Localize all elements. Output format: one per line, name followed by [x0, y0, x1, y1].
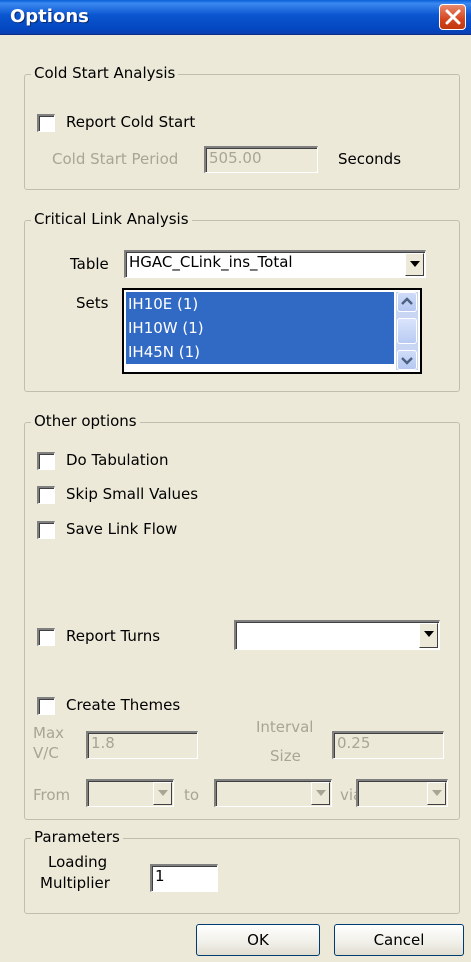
report-turns-select[interactable] — [234, 620, 440, 650]
loading-multiplier-label-line2: Multiplier — [40, 874, 110, 892]
chevron-down-icon[interactable] — [405, 253, 424, 276]
from-label: From — [33, 786, 71, 804]
title-bar[interactable]: Options — [0, 0, 471, 35]
interval-size-label-line2: Size — [270, 747, 301, 765]
report-cold-start-label: Report Cold Start — [66, 113, 196, 131]
report-cold-start-checkbox[interactable] — [37, 114, 55, 132]
via-select[interactable] — [356, 779, 448, 807]
interval-size-label-line1: Interval — [256, 718, 314, 736]
list-item[interactable]: IH10W (1) — [126, 316, 394, 340]
to-select[interactable] — [214, 779, 332, 807]
table-select-value: HGAC_CLink_ins_Total — [129, 253, 293, 271]
cold-start-period-unit: Seconds — [338, 150, 402, 168]
close-button[interactable] — [439, 4, 466, 30]
interval-size-input[interactable]: 0.25 — [332, 731, 444, 759]
max-vc-label-line1: Max — [33, 724, 65, 742]
scroll-up-button[interactable] — [397, 292, 417, 312]
scroll-thumb[interactable] — [397, 318, 417, 344]
save-link-flow-label: Save Link Flow — [66, 520, 178, 538]
loading-multiplier-label-line1: Loading — [48, 853, 108, 871]
to-label: to — [184, 786, 200, 804]
cancel-button[interactable]: Cancel — [334, 924, 464, 956]
from-select[interactable] — [86, 779, 174, 807]
sets-listbox[interactable]: IH10E (1) IH10W (1) IH45N (1) — [122, 288, 422, 374]
do-tabulation-checkbox[interactable] — [37, 452, 55, 470]
other-options-group-label: Other options — [31, 412, 140, 430]
max-vc-label-line2: V/C — [33, 744, 59, 762]
skip-small-values-label: Skip Small Values — [66, 485, 199, 503]
ok-button[interactable]: OK — [196, 924, 320, 956]
chevron-down-icon[interactable] — [427, 782, 446, 805]
create-themes-checkbox[interactable] — [37, 697, 55, 715]
cold-start-period-label: Cold Start Period — [52, 150, 179, 168]
create-themes-label: Create Themes — [66, 696, 181, 714]
critical-link-group-label: Critical Link Analysis — [31, 210, 192, 228]
cold-start-group-label: Cold Start Analysis — [31, 64, 179, 82]
do-tabulation-label: Do Tabulation — [66, 451, 169, 469]
list-item[interactable]: IH45N (1) — [126, 340, 394, 364]
chevron-up-icon — [401, 297, 413, 305]
sets-label: Sets — [76, 294, 109, 312]
scroll-down-button[interactable] — [397, 350, 417, 370]
table-select[interactable]: HGAC_CLink_ins_Total — [124, 250, 426, 278]
close-icon — [445, 9, 461, 25]
report-turns-label: Report Turns — [66, 627, 161, 645]
window-title: Options — [10, 6, 89, 27]
parameters-group-label: Parameters — [31, 828, 123, 846]
skip-small-values-checkbox[interactable] — [37, 486, 55, 504]
loading-multiplier-input[interactable]: 1 — [150, 864, 218, 892]
save-link-flow-checkbox[interactable] — [37, 521, 55, 539]
list-item[interactable]: IH10E (1) — [126, 292, 394, 316]
chevron-down-icon[interactable] — [311, 782, 330, 805]
max-vc-input[interactable]: 1.8 — [86, 731, 198, 759]
cold-start-period-input[interactable]: 505.00 — [204, 146, 318, 173]
report-turns-checkbox[interactable] — [37, 628, 55, 646]
sets-scrollbar[interactable] — [396, 292, 418, 370]
table-label: Table — [70, 255, 109, 273]
chevron-down-icon[interactable] — [419, 623, 438, 648]
chevron-down-icon — [401, 357, 413, 365]
chevron-down-icon[interactable] — [153, 782, 172, 805]
